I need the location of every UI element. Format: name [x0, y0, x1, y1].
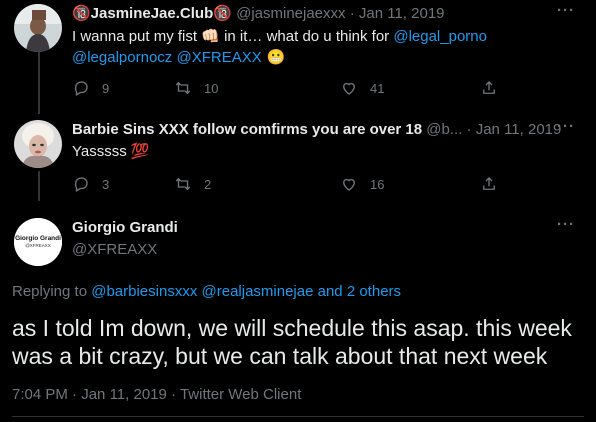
text-segment: and	[313, 283, 347, 300]
retweet-button[interactable]: 10	[174, 78, 218, 98]
tweet-text: I wanna put my fist 👊🏻 in it… what do u …	[72, 26, 580, 68]
user-handle[interactable]: @jasminejaexxx	[236, 5, 345, 22]
tweet-header: Barbie Sins XXX follow comfirms you are …	[72, 120, 566, 140]
tweet-text-line: I wanna put my fist 👊🏻 in it… what do u …	[72, 26, 580, 47]
avatar-logo-icon: Giorgio Grandi @XFREAXX	[14, 218, 62, 266]
share-button[interactable]	[480, 174, 510, 194]
replying-to: Replying to @barbiesinsxxx @realjasminej…	[12, 282, 401, 302]
retweet-icon	[175, 81, 191, 95]
more-options-icon[interactable]: ···	[556, 3, 576, 24]
tweet-item[interactable]: Barbie Sins XXX follow comfirms you are …	[0, 119, 596, 200]
retweet-button[interactable]: 2	[174, 174, 211, 194]
tweet-actions: 3 2 16	[72, 174, 502, 194]
main-tweet-text: as I told Im down, we will schedule this…	[12, 315, 572, 369]
display-name[interactable]: Barbie Sins XXX follow comfirms you are …	[72, 121, 422, 138]
others-link[interactable]: 2 others	[347, 283, 401, 300]
separator-dot: ·	[349, 5, 355, 22]
retweet-count: 2	[204, 176, 212, 192]
reply-count: 3	[102, 176, 110, 192]
retweet-icon	[175, 177, 191, 191]
reply-count: 9	[102, 80, 110, 96]
separator-dot: ·	[72, 386, 78, 403]
divider	[12, 416, 584, 417]
separator-dot: ·	[466, 121, 472, 138]
text-segment: I wanna put my fist	[72, 28, 202, 45]
tweet-time[interactable]: Jan 11, 2019	[359, 5, 445, 22]
reply-icon	[74, 177, 88, 192]
mention-link[interactable]: @barbiesinsxxx	[91, 283, 197, 300]
tweet-text-line: @legalpornocz @XFREAXX 😬	[72, 47, 580, 68]
twitter-thread-page: 🔞JasmineJae.Club🔞 @jasminejaexxx · Jan 1…	[0, 0, 596, 422]
heart-icon	[343, 178, 355, 191]
mention-link[interactable]: @legal_porno	[393, 28, 487, 45]
avatar[interactable]	[14, 4, 62, 52]
retweet-count: 10	[204, 80, 219, 96]
tweet-header: 🔞JasmineJae.Club🔞 @jasminejaexxx · Jan 1…	[72, 4, 566, 24]
avatar-title: Giorgio Grandi	[15, 235, 61, 242]
mention-link[interactable]: @XFREAXX	[176, 49, 261, 66]
reply-button[interactable]: 3	[72, 174, 109, 194]
share-button[interactable]	[480, 78, 510, 98]
share-icon	[483, 177, 495, 190]
replying-to-label: Replying to	[12, 283, 88, 300]
mention-link[interactable]: @realjasminejae	[202, 283, 314, 300]
mention-link[interactable]: @legalpornocz	[72, 49, 172, 66]
user-handle[interactable]: @XFREAXX	[72, 240, 157, 260]
reply-button[interactable]: 9	[72, 78, 109, 98]
like-button[interactable]: 41	[340, 78, 384, 98]
like-button[interactable]: 16	[340, 174, 384, 194]
avatar-subtitle: @XFREAXX	[25, 243, 51, 248]
tweet-date[interactable]: Jan 11, 2019	[81, 386, 167, 403]
avatar-photo-icon	[14, 120, 62, 168]
tweet-time[interactable]: 7:04 PM	[12, 386, 68, 403]
display-name[interactable]: Giorgio Grandi	[72, 218, 178, 238]
like-count: 41	[370, 80, 385, 96]
tweet-time[interactable]: Jan 11, 2019	[476, 121, 562, 138]
grimace-emoji: 😬	[261, 48, 286, 66]
tweet-text: Yasssss 💯	[72, 143, 150, 160]
tweet-source[interactable]: Twitter Web Client	[180, 386, 301, 403]
avatar[interactable]: Giorgio Grandi @XFREAXX	[14, 218, 62, 266]
more-options-icon[interactable]: ···	[556, 119, 576, 140]
more-options-icon[interactable]: ···	[556, 217, 576, 238]
like-count: 16	[370, 176, 385, 192]
avatar[interactable]	[14, 120, 62, 168]
display-name[interactable]: 🔞JasmineJae.Club🔞	[72, 5, 232, 22]
reply-icon	[74, 81, 88, 96]
separator-dot: ·	[171, 386, 177, 403]
fist-emoji: 👊🏻	[201, 27, 220, 45]
heart-icon	[343, 82, 355, 95]
text-segment: in it… what do u think for	[219, 28, 394, 45]
user-handle[interactable]: @b...	[426, 121, 462, 138]
share-icon	[483, 81, 495, 94]
tweet-meta: 7:04 PM · Jan 11, 2019 · Twitter Web Cli…	[12, 385, 301, 405]
avatar-photo-icon	[14, 4, 62, 52]
tweet-item[interactable]: 🔞JasmineJae.Club🔞 @jasminejaexxx · Jan 1…	[0, 3, 596, 102]
tweet-actions: 9 10 41	[72, 78, 502, 98]
